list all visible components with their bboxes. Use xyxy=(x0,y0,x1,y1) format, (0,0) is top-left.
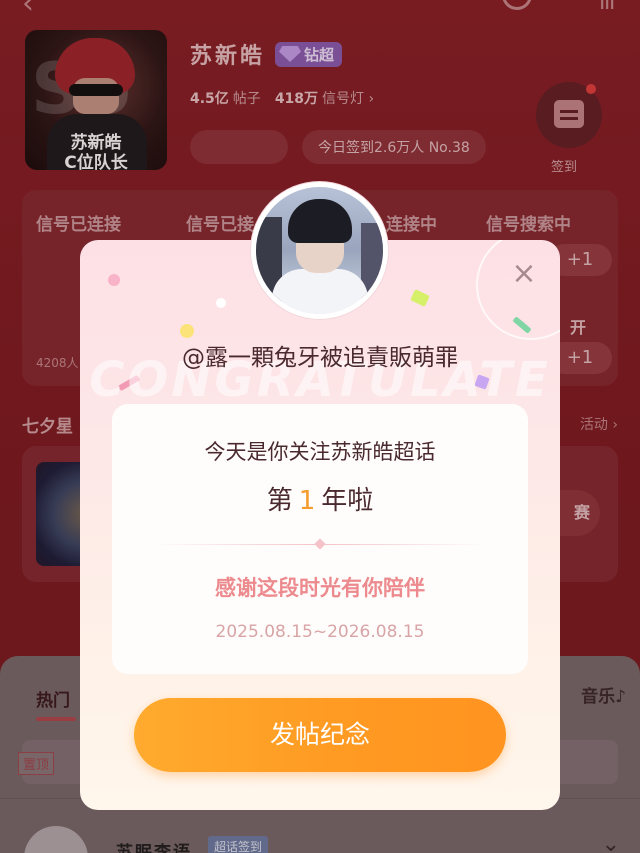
confetti-dot xyxy=(180,324,194,338)
anniversary-year-number: 1 xyxy=(298,486,316,516)
avatar-photo xyxy=(256,187,383,314)
thanks-text: 感谢这段时光有你陪伴 xyxy=(215,576,425,600)
anniversary-date-range: 2025.08.15~2026.08.15 xyxy=(215,622,425,642)
heart-icon xyxy=(314,538,326,550)
dialog-username: @露一顆兔牙被追責販萌罪 xyxy=(182,345,458,371)
user-avatar xyxy=(251,182,388,319)
post-commemoration-button[interactable]: 发帖纪念 xyxy=(134,698,506,772)
confetti-dot xyxy=(216,298,226,308)
confetti-dot xyxy=(108,274,120,286)
close-icon[interactable]: × xyxy=(510,259,538,289)
anniversary-dialog: CONGRATULATE × @露一顆兔牙被追責販萌罪 今天是你关注苏新皓超话 … xyxy=(80,240,560,810)
confetti-piece xyxy=(410,289,430,307)
anniversary-line1: 今天是你关注苏新皓超话 xyxy=(204,440,436,464)
anniversary-card: 今天是你关注苏新皓超话 第 1 年啦 感谢这段时光有你陪伴 2025.08.15~2… xyxy=(112,404,528,674)
anniversary-line2: 第 1 年啦 xyxy=(266,486,374,516)
